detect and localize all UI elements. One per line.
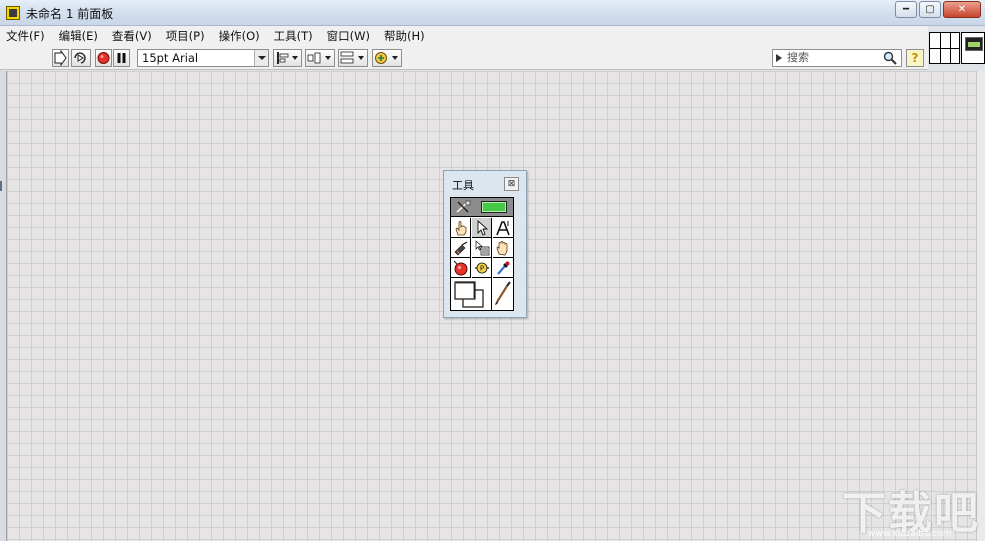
text-A-icon — [496, 220, 510, 235]
run-button[interactable] — [52, 49, 69, 67]
wire-spool-icon — [454, 240, 467, 255]
object-shortcut-menu-tool[interactable] — [472, 238, 492, 258]
probe-data-tool[interactable]: P — [472, 258, 492, 278]
labview-front-panel-window: 未命名 1 前面板 ━ ▢ ✕ 文件(F) 编辑(E) 查看(V) 项目(P) … — [0, 0, 985, 541]
align-objects-button[interactable] — [273, 49, 302, 67]
search-input[interactable]: 搜索 — [772, 49, 902, 67]
search-icon[interactable] — [883, 51, 897, 65]
watermark-url: www.xiazaiba.com — [868, 529, 952, 539]
align-objects-icon — [277, 52, 298, 64]
menu-help[interactable]: 帮助(H) — [384, 28, 425, 44]
toolbar: 15pt Arial 搜索 ? — [0, 46, 928, 70]
menu-bar: 文件(F) 编辑(E) 查看(V) 项目(P) 操作(O) 工具(T) 窗口(W… — [0, 26, 928, 46]
abort-icon — [97, 52, 110, 64]
close-button[interactable]: ✕ — [943, 1, 981, 18]
pause-button[interactable] — [113, 49, 130, 67]
labview-app-icon[interactable] — [6, 6, 20, 20]
run-continuously-icon — [74, 52, 86, 64]
menu-project[interactable]: 项目(P) — [166, 28, 205, 44]
menu-operate[interactable]: 操作(O) — [219, 28, 260, 44]
eyedropper-icon — [497, 261, 510, 275]
abort-button[interactable] — [95, 49, 112, 67]
title-bar[interactable]: 未命名 1 前面板 ━ ▢ ✕ — [0, 0, 985, 26]
grab-hand-icon — [496, 240, 508, 255]
automatic-tool-icon — [456, 200, 471, 213]
menu-file[interactable]: 文件(F) — [6, 28, 45, 44]
palette-close-button[interactable]: ⊠ — [504, 177, 519, 191]
svg-text:P: P — [479, 264, 483, 272]
automatic-tool-led[interactable] — [481, 201, 507, 213]
breakpoint-stop-icon — [453, 260, 467, 275]
menu-view[interactable]: 查看(V) — [112, 28, 152, 44]
connect-wire-tool[interactable] — [451, 238, 471, 258]
scroll-window-tool[interactable] — [493, 238, 513, 258]
caret-right-icon — [776, 54, 782, 62]
position-size-select-tool[interactable] — [472, 218, 492, 238]
paintbrush-icon — [495, 281, 511, 305]
probe-icon: P — [474, 262, 489, 273]
text-settings-select[interactable]: 15pt Arial — [137, 49, 269, 67]
set-clear-breakpoint-tool[interactable] — [451, 258, 471, 278]
connector-pane[interactable] — [929, 32, 960, 64]
distribute-objects-button[interactable] — [305, 49, 335, 67]
menu-window[interactable]: 窗口(W) — [327, 28, 370, 44]
operate-value-tool[interactable] — [451, 218, 471, 238]
reorder-button[interactable] — [372, 49, 402, 67]
set-color-tool[interactable] — [451, 278, 492, 310]
automatic-tool-selection-row[interactable] — [451, 198, 513, 217]
shortcut-menu-icon — [475, 239, 489, 255]
edit-text-tool[interactable] — [493, 218, 513, 238]
minimize-button[interactable]: ━ — [895, 1, 917, 18]
context-help-button[interactable]: ? — [906, 49, 924, 67]
run-continuously-button[interactable] — [71, 49, 91, 67]
pointing-hand-icon — [455, 220, 466, 235]
tools-grid: P — [450, 197, 514, 311]
font-setting-value: 15pt Arial — [142, 51, 199, 65]
vi-icon[interactable] — [961, 32, 985, 64]
menu-tools[interactable]: 工具(T) — [274, 28, 313, 44]
reorder-icon — [375, 52, 398, 64]
maximize-button[interactable]: ▢ — [919, 1, 941, 18]
distribute-objects-icon — [307, 52, 331, 64]
palette-title: 工具 — [452, 179, 474, 192]
foreground-background-color-icon — [454, 281, 484, 308]
vertical-scrollbar[interactable] — [976, 71, 985, 541]
menu-edit[interactable]: 编辑(E) — [59, 28, 98, 44]
get-color-tool[interactable] — [493, 258, 513, 278]
run-icon — [54, 50, 67, 66]
tools-palette[interactable]: 工具 ⊠ P — [443, 170, 527, 318]
search-placeholder: 搜索 — [787, 51, 809, 64]
window-title: 未命名 1 前面板 — [26, 7, 114, 21]
arrow-cursor-icon — [477, 219, 488, 236]
brush-tool[interactable] — [492, 278, 513, 310]
chevron-down-icon — [254, 50, 268, 66]
window-controls: ━ ▢ ✕ — [895, 1, 981, 18]
pause-icon — [117, 53, 126, 63]
resize-objects-button[interactable] — [338, 49, 368, 67]
resize-objects-icon — [340, 51, 364, 64]
vi-icon-screen — [965, 37, 983, 51]
